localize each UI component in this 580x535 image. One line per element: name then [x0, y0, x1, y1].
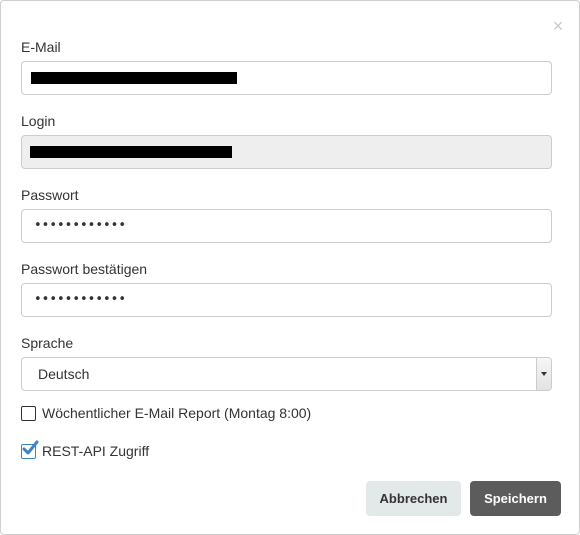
- password-field-group: Passwort ••••••••••••: [21, 186, 553, 243]
- close-icon[interactable]: ×: [551, 17, 565, 35]
- language-label: Sprache: [21, 335, 74, 351]
- save-button[interactable]: Speichern: [470, 481, 561, 516]
- email-redacted-value: [31, 72, 237, 84]
- weekly-report-option[interactable]: Wöchentlicher E-Mail Report (Montag 8:00…: [21, 403, 311, 423]
- login-field-group: Login: [21, 112, 553, 169]
- login-input: [21, 135, 552, 169]
- rest-api-label[interactable]: REST-API Zugriff: [42, 443, 149, 459]
- password-confirm-field-group: Passwort bestätigen ••••••••••••: [21, 260, 553, 317]
- password-label: Passwort: [21, 187, 79, 203]
- password-masked-value: ••••••••••••: [34, 218, 127, 233]
- password-confirm-input[interactable]: ••••••••••••: [21, 283, 552, 317]
- password-input[interactable]: ••••••••••••: [21, 209, 552, 243]
- email-label: E-Mail: [21, 39, 61, 55]
- language-select[interactable]: Deutsch: [21, 357, 552, 391]
- password-confirm-label: Passwort bestätigen: [21, 261, 148, 277]
- language-selected-value: Deutsch: [38, 366, 90, 382]
- chevron-down-icon[interactable]: [536, 358, 551, 390]
- login-label: Login: [21, 113, 56, 129]
- password-confirm-masked-value: ••••••••••••: [34, 292, 127, 307]
- email-field-group: E-Mail: [21, 38, 553, 95]
- user-settings-dialog: × E-Mail Login Passwort •••••••••••• Pas…: [0, 0, 580, 535]
- email-input[interactable]: [21, 61, 552, 95]
- weekly-report-label[interactable]: Wöchentlicher E-Mail Report (Montag 8:00…: [42, 405, 311, 421]
- login-redacted-value: [30, 146, 232, 158]
- weekly-report-checkbox[interactable]: [21, 405, 36, 421]
- rest-api-checkbox[interactable]: [21, 440, 39, 459]
- cancel-button[interactable]: Abbrechen: [366, 481, 461, 516]
- rest-api-option[interactable]: REST-API Zugriff: [21, 440, 149, 461]
- language-field-group: Sprache Deutsch: [21, 334, 553, 391]
- checkmark-icon: [22, 440, 39, 454]
